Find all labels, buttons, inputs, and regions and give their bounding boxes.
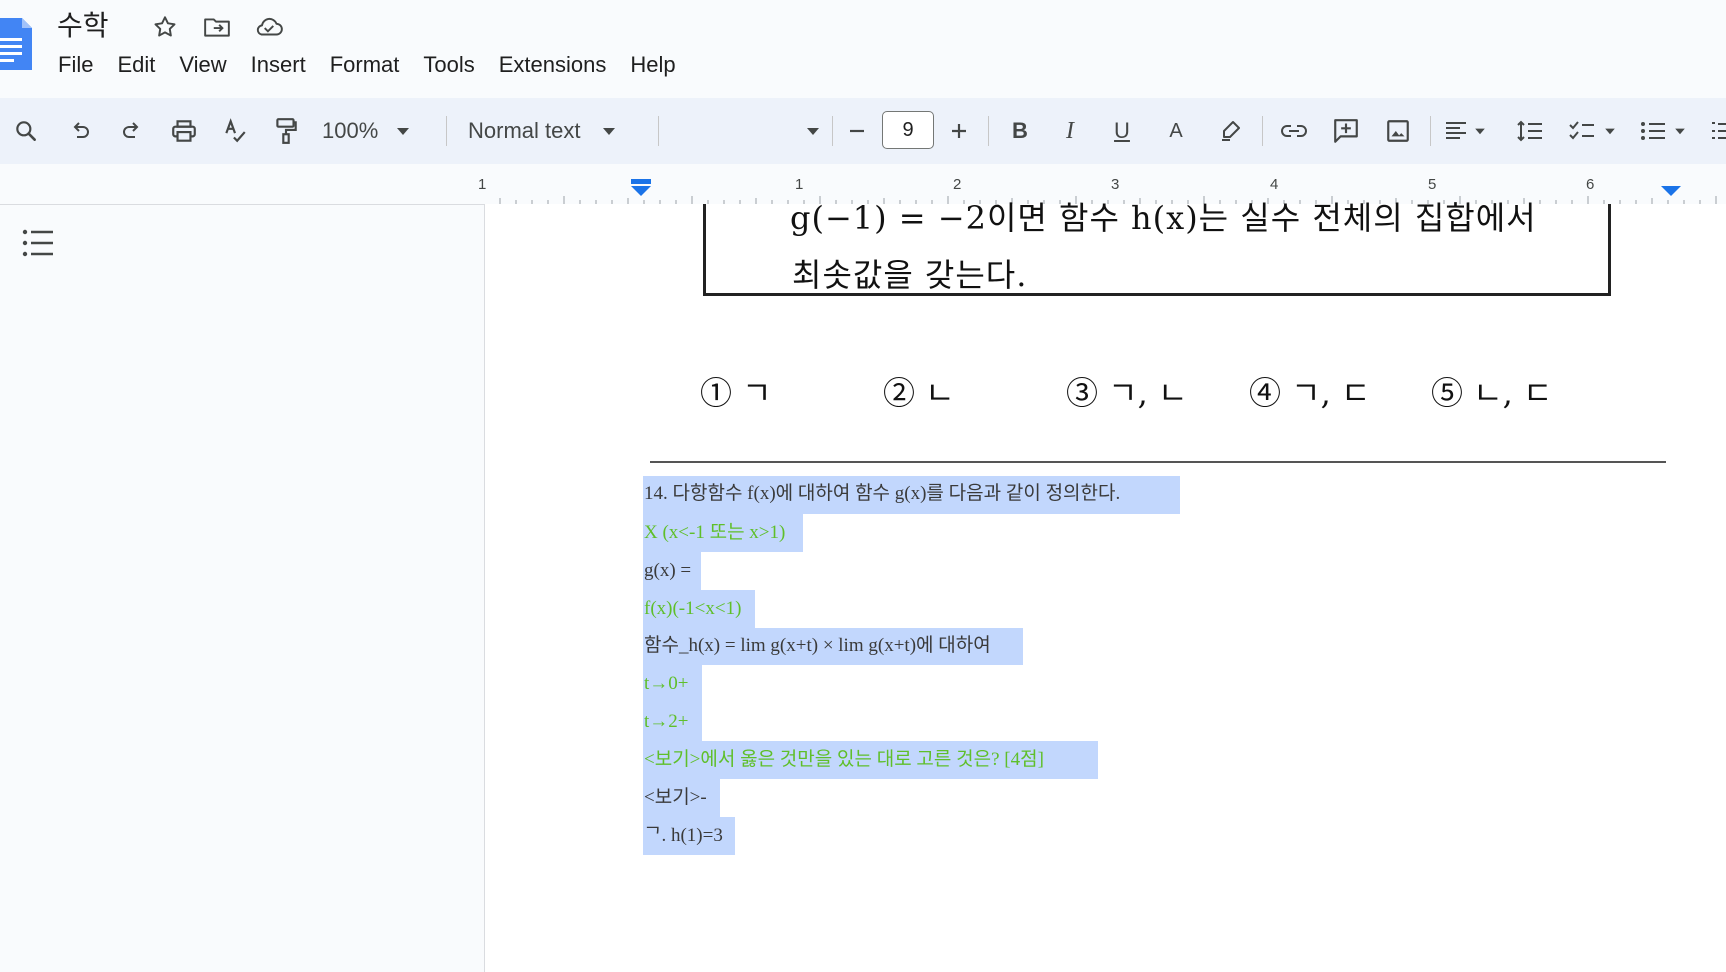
italic-label: I [1066,117,1074,144]
menu-file[interactable]: File [46,48,105,82]
chevron-down-icon [807,128,819,135]
ruler-label: 3 [1111,176,1120,193]
text-color-button[interactable]: A [1160,98,1192,164]
bulleted-list-dropdown[interactable] [1640,98,1698,164]
italic-button[interactable]: I [1054,98,1086,164]
bulleted-list-icon [1641,122,1665,140]
choice-1: ① ㄱ [700,374,772,412]
horizontal-rule [650,461,1666,463]
choice-3: ③ ㄱ, ㄴ [1066,374,1188,412]
chevron-down-icon [397,128,410,135]
redo-icon[interactable] [116,98,148,164]
menu-help[interactable]: Help [618,48,687,82]
text-color-label: A [1169,119,1183,142]
toolbar: 100% Normal text B I U A [0,98,1726,164]
bold-button[interactable]: B [1004,98,1036,164]
menu-edit[interactable]: Edit [105,48,167,82]
undo-icon[interactable] [64,98,96,164]
increase-font-size-icon[interactable] [944,98,974,164]
highlight-pen-icon[interactable] [1214,98,1246,164]
chevron-down-icon [603,128,616,135]
ruler-label: 2 [953,176,962,193]
selected-text-line[interactable]: <보기>에서 옳은 것만을 있는 대로 고른 것은? [4점] [643,741,1098,779]
add-comment-icon[interactable] [1330,98,1362,164]
selected-text-line[interactable]: t→2+ [643,703,702,741]
right-indent-marker [1661,186,1681,196]
docs-logo-icon[interactable] [0,18,32,70]
choice-5: ⑤ ㄴ, ㄷ [1431,374,1553,412]
move-to-folder-icon[interactable] [202,12,232,42]
selected-text-line[interactable]: 14. 다항함수 f(x)에 대하여 함수 g(x)를 다음과 같이 정의한다. [643,476,1180,514]
insert-link-icon[interactable] [1278,98,1310,164]
ruler-label: 1 [795,176,804,193]
selected-text-line[interactable]: X (x<-1 또는 x>1) [643,514,803,552]
menu-bar: File Edit View Insert Format Tools Exten… [46,48,688,82]
line-spacing-icon[interactable] [1514,98,1546,164]
paragraph-style-dropdown[interactable]: Normal text [468,98,638,164]
image-text-line-1: g(−1) = −2이면 함수 h(x)는 실수 전체의 집합에서 [790,199,1537,237]
checklist-icon [1569,121,1594,140]
selected-text-line[interactable]: t→0+ [643,665,702,703]
paragraph-style-value: Normal text [468,118,581,143]
selected-text-line[interactable]: ᄀ. h(1)=3 [643,817,735,855]
ruler-label: 6 [1586,176,1595,193]
zoom-value: 100% [322,118,379,143]
chevron-down-icon [1475,128,1485,135]
document-title[interactable]: 수학 [57,4,109,44]
numbered-list-icon[interactable] [1710,98,1726,164]
first-line-indent-marker [631,179,651,184]
chevron-down-icon [1675,128,1685,135]
selected-text-line[interactable]: g(x) = [643,552,701,590]
print-icon[interactable] [168,98,200,164]
align-left-icon [1446,122,1466,139]
menu-extensions[interactable]: Extensions [487,48,619,82]
chevron-down-icon [1605,128,1615,135]
choice-4: ④ ㄱ, ㄷ [1249,374,1371,412]
spell-check-icon[interactable] [219,98,251,164]
image-text-line-2: 최솟값을 갖는다. [792,256,1028,294]
choice-2: ② ㄴ [883,374,955,412]
insert-image-icon[interactable] [1382,98,1414,164]
selected-text-line[interactable]: 함수_h(x) = lim g(x+t) × lim g(x+t)에 대하여 [643,628,1023,665]
underline-label: U [1114,118,1130,143]
cloud-saved-icon[interactable] [254,12,284,42]
underline-button[interactable]: U [1106,98,1138,164]
menu-view[interactable]: View [167,48,238,82]
font-family-dropdown[interactable] [670,98,820,164]
paint-format-icon[interactable] [270,98,302,164]
bold-label: B [1012,118,1028,143]
decrease-font-size-icon[interactable] [842,98,872,164]
search-menus-icon[interactable] [10,98,42,164]
checklist-dropdown[interactable] [1568,98,1624,164]
star-icon[interactable] [150,12,180,42]
menu-format[interactable]: Format [318,48,412,82]
selected-text-line[interactable]: <보기>- [643,779,720,817]
menu-tools[interactable]: Tools [411,48,486,82]
document-outline-icon[interactable] [22,228,54,258]
ruler-label: 1 [478,176,487,193]
menu-insert[interactable]: Insert [239,48,318,82]
zoom-dropdown[interactable]: 100% [322,98,432,164]
align-dropdown[interactable] [1444,98,1494,164]
left-indent-marker [631,186,651,196]
ruler-label: 5 [1428,176,1437,193]
font-size-input[interactable]: 9 [882,111,934,149]
selected-text-line[interactable]: f(x)(-1<x<1) [643,590,755,628]
ruler-label: 4 [1270,176,1279,193]
